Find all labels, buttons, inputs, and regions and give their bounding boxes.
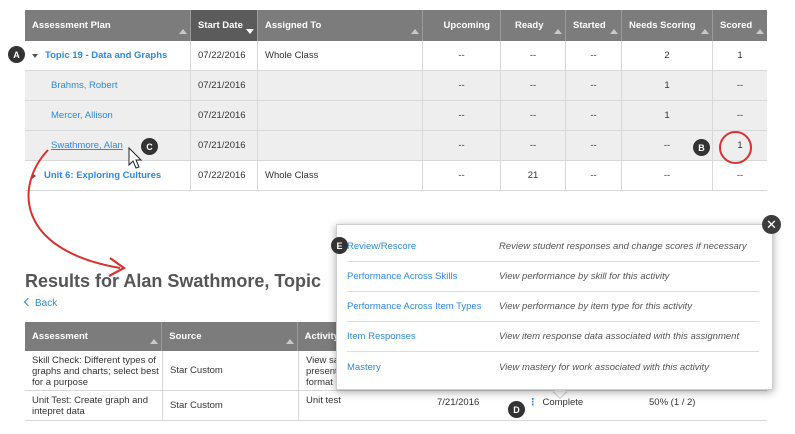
back-label: Back [35, 298, 58, 309]
col-header-label: Source [169, 331, 202, 342]
back-chevron-icon [23, 297, 33, 307]
back-link[interactable]: Back [23, 297, 58, 309]
callout-marker-d: D [508, 401, 525, 418]
col-header-label: Assessment [32, 331, 88, 342]
popup-item-label[interactable]: Mastery [347, 362, 499, 373]
status-cell: ⋮ Complete [528, 395, 583, 409]
sort-triangle-icon [150, 339, 159, 344]
popup-item-label[interactable]: Review/Rescore [347, 241, 499, 252]
source-cell: Star Custom [163, 391, 299, 420]
activity-actions-popup: Review/Rescore Review student responses … [336, 224, 773, 390]
popup-item-item-responses[interactable]: Item Responses View item response data a… [347, 322, 759, 352]
sort-triangle-icon [285, 339, 294, 344]
popup-item-label[interactable]: Performance Across Skills [347, 271, 499, 282]
col-header-assessment[interactable]: Assessment [25, 322, 163, 351]
col-header-source[interactable]: Source [162, 322, 298, 351]
popup-item-desc: View mastery for work associated with th… [499, 361, 709, 373]
results-heading: Results for Alan Swathmore, Topic [25, 271, 322, 291]
popup-item-desc: View performance by item type for this a… [499, 301, 693, 312]
kebab-menu-icon[interactable]: ⋮ [528, 397, 538, 408]
status-text: Complete [542, 396, 584, 408]
popup-item-label[interactable]: Item Responses [347, 331, 499, 342]
popup-item-review-rescore[interactable]: Review/Rescore Review student responses … [347, 232, 759, 262]
source-cell: Star Custom [163, 351, 299, 390]
assessment-cell: Skill Check: Different types of graphs a… [25, 351, 163, 390]
table-row: Unit Test: Create graph and intepret dat… [25, 391, 767, 421]
assessment-cell: Unit Test: Create graph and intepret dat… [25, 391, 163, 420]
date-cell: 7/21/2016 [437, 396, 480, 408]
callout-marker-e: E [331, 237, 348, 254]
red-arrow-curve [27, 149, 121, 269]
popup-item-mastery[interactable]: Mastery View mastery for work associated… [347, 352, 759, 382]
popup-item-desc: View item response data associated with … [499, 331, 740, 342]
score-cell: 50% (1 / 2) [649, 396, 696, 408]
col-header-label: Activity [304, 331, 339, 342]
popup-item-desc: View performance by skill for this activ… [499, 271, 670, 282]
mouse-pointer-icon [128, 146, 143, 169]
close-icon[interactable]: ✕ [762, 215, 781, 234]
popup-item-label[interactable]: Performance Across Item Types [347, 301, 499, 312]
popup-item-performance-item-types[interactable]: Performance Across Item Types View perfo… [347, 292, 759, 322]
popup-item-performance-skills[interactable]: Performance Across Skills View performan… [347, 262, 759, 292]
popup-item-desc: Review student responses and change scor… [499, 241, 747, 252]
activity-cell: Unit test [306, 395, 341, 406]
